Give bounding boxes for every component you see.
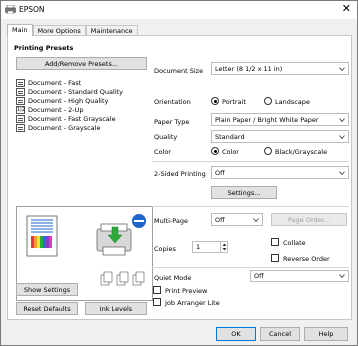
preset-label: Document - High Quality (28, 96, 109, 105)
help-button[interactable]: Help (304, 327, 348, 341)
divider (152, 206, 349, 207)
preset-label: Document - Standard Quality (28, 87, 124, 96)
document-icon (16, 87, 25, 96)
multi-page-select[interactable]: Off (211, 213, 263, 226)
two-up-icon: 1|2 (16, 105, 26, 114)
reverse-order-label: Reverse Order (283, 255, 330, 263)
chevron-down-icon (253, 217, 259, 222)
show-settings-button[interactable]: Show Settings (16, 283, 78, 296)
document-size-select[interactable]: Letter (8 1/2 x 11 in) (211, 62, 349, 75)
orientation-label: Orientation (154, 98, 191, 106)
two-sided-settings-button[interactable]: Settings... (211, 186, 277, 199)
preset-item[interactable]: Document - High Quality (16, 96, 151, 105)
quiet-mode-select[interactable]: Off (250, 270, 349, 282)
chevron-down-icon (339, 117, 345, 122)
two-sided-printing-label: 2-Sided Printing (154, 170, 206, 178)
multi-page-value: Off (215, 215, 225, 224)
copies-value: 1 (196, 243, 201, 251)
document-size-value: Letter (8 1/2 x 11 in) (215, 64, 283, 73)
two-sided-printing-select[interactable]: Off (211, 166, 349, 179)
reset-defaults-button[interactable]: Reset Defaults (16, 302, 78, 315)
job-arranger-lite-label: Job Arranger Lite (165, 299, 220, 307)
black-grayscale-label: Black/Grayscale (275, 148, 328, 156)
two-sided-value: Off (215, 168, 225, 177)
landscape-label: Landscape (275, 98, 310, 106)
preset-label: Document - Grayscale (28, 123, 101, 132)
window-title: EPSON (19, 5, 45, 14)
printing-presets-heading: Printing Presets (14, 44, 74, 52)
preset-label: Document - Fast Grayscale (28, 114, 116, 123)
document-icon (16, 114, 25, 123)
black-grayscale-radio[interactable] (264, 147, 272, 155)
ok-button[interactable]: OK (216, 327, 256, 341)
portrait-radio[interactable] (211, 97, 219, 105)
chevron-down-icon (339, 66, 345, 71)
quiet-mode-label: Quiet Mode (154, 274, 192, 282)
color-option-label: Color (222, 148, 239, 156)
preset-item[interactable]: Document - Grayscale (16, 123, 151, 132)
landscape-radio[interactable] (264, 97, 272, 105)
tab-main[interactable]: Main (7, 24, 33, 36)
ink-levels-button[interactable]: Ink Levels (85, 302, 147, 315)
chevron-down-icon (339, 170, 345, 175)
preset-item[interactable]: Document - Standard Quality (16, 87, 151, 96)
color-radio[interactable] (211, 147, 219, 155)
copies-stepper[interactable] (220, 242, 227, 252)
printer-properties-window: EPSON ✕ Main More Options Maintenance Pr… (0, 0, 358, 346)
quiet-mode-value: Off (254, 272, 264, 280)
document-icon (16, 96, 25, 105)
printer-app-icon (5, 5, 16, 14)
document-size-label: Document Size (154, 67, 204, 75)
preset-item[interactable]: 1|2 Document - 2-Up (16, 105, 151, 114)
color-label: Color (154, 148, 171, 156)
reverse-order-checkbox[interactable] (271, 254, 279, 262)
collate-checkbox[interactable] (271, 238, 279, 246)
divider (152, 267, 349, 268)
paper-type-label: Paper Type (154, 118, 190, 126)
paper-type-value: Plain Paper / Bright White Paper (215, 115, 319, 124)
preset-label: Document - 2-Up (28, 105, 84, 114)
collate-label: Collate (283, 239, 306, 247)
title-bar: EPSON ✕ (1, 1, 357, 19)
chevron-down-icon (339, 274, 345, 279)
document-icon (16, 123, 25, 132)
add-remove-presets-button[interactable]: Add/Remove Presets... (16, 57, 147, 70)
main-tab-panel: Printing Presets Add/Remove Presets... D… (7, 35, 352, 320)
preset-label: Document - Fast (28, 78, 82, 87)
preset-item[interactable]: Document - Fast Grayscale (16, 114, 151, 123)
quality-select[interactable]: Standard (211, 130, 349, 143)
quality-label: Quality (154, 133, 178, 141)
print-preview-label: Print Preview (165, 287, 208, 295)
page-order-button[interactable]: Page Order... (271, 213, 347, 226)
paper-type-select[interactable]: Plain Paper / Bright White Paper (211, 113, 349, 126)
multi-page-label: Multi-Page (154, 217, 188, 225)
chevron-down-icon (339, 134, 345, 139)
quality-value: Standard (215, 132, 245, 141)
portrait-label: Portrait (222, 98, 246, 106)
stepper-arrows-icon (222, 243, 227, 251)
divider (152, 161, 349, 162)
job-arranger-lite-checkbox[interactable] (153, 298, 161, 306)
preset-item[interactable]: Document - Fast (16, 78, 151, 87)
cancel-button[interactable]: Cancel (260, 327, 300, 341)
close-icon[interactable]: ✕ (342, 3, 351, 15)
document-icon (16, 78, 25, 87)
copies-label: Copies (154, 245, 176, 253)
print-preview-checkbox[interactable] (153, 286, 161, 294)
dialog-footer: OK Cancel Help (1, 323, 357, 346)
